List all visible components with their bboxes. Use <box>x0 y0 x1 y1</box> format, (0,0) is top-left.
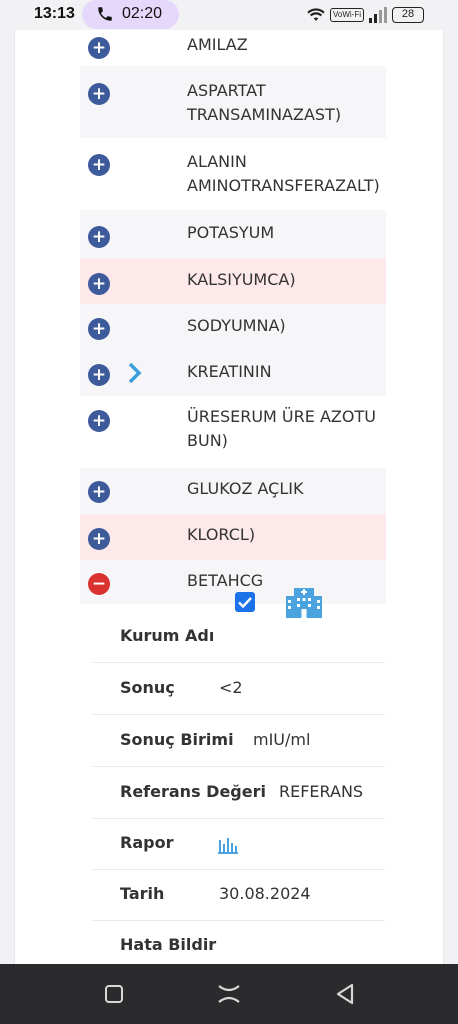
institution-label: Kurum Adı <box>120 626 215 645</box>
test-name-line2: AMINOTRANSFERAZALT) <box>187 176 380 195</box>
report-label: Rapor <box>120 833 174 852</box>
test-name-line2: TRANSAMINAZAST) <box>187 105 342 124</box>
clock: 13:13 <box>34 5 75 22</box>
divider <box>93 869 385 870</box>
result-value: <2 <box>219 678 243 697</box>
phone-icon <box>98 7 112 21</box>
divider <box>93 662 385 663</box>
hospital-icon[interactable] <box>286 586 322 618</box>
ongoing-call-pill[interactable]: 02:20 <box>82 0 179 29</box>
date-label: Tarih <box>120 884 165 903</box>
reference-value: REFERANS <box>279 782 364 801</box>
test-name: POTASYUM <box>187 221 274 245</box>
plus-icon[interactable]: + <box>88 318 110 340</box>
test-name: SODYUMNA) <box>187 314 286 338</box>
test-name: AMILAZ <box>187 33 248 57</box>
test-name: GLUKOZ AÇLIK <box>187 477 303 501</box>
plus-icon[interactable]: + <box>88 154 110 176</box>
plus-icon[interactable]: + <box>88 528 110 550</box>
home-icon[interactable] <box>216 982 242 1006</box>
plus-icon[interactable]: + <box>88 481 110 503</box>
bar-chart-icon[interactable] <box>218 836 238 854</box>
chevron-right-icon[interactable] <box>126 362 144 384</box>
call-timer: 02:20 <box>122 5 163 22</box>
system-nav-bar <box>0 964 458 1024</box>
wifi-icon <box>307 8 325 21</box>
date-value: 30.08.2024 <box>219 884 311 903</box>
divider <box>93 714 385 715</box>
plus-icon[interactable]: + <box>88 364 110 386</box>
test-name-line1: KREATININ <box>187 362 272 381</box>
signal-icon <box>369 7 387 23</box>
reference-label: Referans Değeri <box>120 782 266 801</box>
status-bar: 13:13 02:20 VoWi-Fi 28 <box>0 0 458 30</box>
report-error-link[interactable]: Hata Bildir <box>120 935 216 954</box>
result-label: Sonuç <box>120 678 175 697</box>
test-name-line1: KLORCL) <box>187 525 256 544</box>
test-name: KLORCL) <box>187 523 255 547</box>
divider <box>93 920 385 921</box>
battery-icon: 28 <box>392 7 424 23</box>
test-name: KREATININ <box>187 360 272 384</box>
divider <box>93 818 385 819</box>
test-name-line1: ÜRESERUM ÜRE AZOTU <box>187 407 376 426</box>
test-name: KALSIYUMCA) <box>187 268 296 292</box>
checkbox-icon[interactable] <box>235 592 255 612</box>
test-name: ÜRESERUM ÜRE AZOTU BUN) <box>187 405 376 453</box>
plus-icon[interactable]: + <box>88 226 110 248</box>
test-name: ALANIN AMINOTRANSFERAZALT) <box>187 150 380 198</box>
test-name-line1: POTASYUM <box>187 223 275 242</box>
test-name-line2: BUN) <box>187 431 228 450</box>
test-name-line1: GLUKOZ AÇLIK <box>187 479 304 498</box>
test-name: BETAHCG <box>187 569 263 593</box>
plus-icon[interactable]: + <box>88 273 110 295</box>
test-name-line1: ASPARTAT <box>187 81 266 100</box>
back-icon[interactable] <box>334 982 356 1006</box>
test-name-line1: KALSIYUMCA) <box>187 270 296 289</box>
unit-label: Sonuç Birimi <box>120 730 234 749</box>
plus-icon[interactable]: + <box>88 410 110 432</box>
status-icons: VoWi-Fi 28 <box>307 5 424 25</box>
test-name-line1: BETAHCG <box>187 571 264 590</box>
test-name: ASPARTAT TRANSAMINAZAST) <box>187 79 341 127</box>
plus-icon[interactable]: + <box>88 37 110 59</box>
unit-value: mIU/ml <box>253 730 311 749</box>
test-name-line1: ALANIN <box>187 152 247 171</box>
test-name-line1: AMILAZ <box>187 35 248 54</box>
test-name-line1: SODYUMNA) <box>187 316 286 335</box>
plus-icon[interactable]: + <box>88 83 110 105</box>
minus-icon[interactable]: − <box>88 573 110 595</box>
vowifi-badge: VoWi-Fi <box>330 8 364 22</box>
divider <box>93 766 385 767</box>
recent-apps-icon[interactable] <box>105 985 123 1003</box>
